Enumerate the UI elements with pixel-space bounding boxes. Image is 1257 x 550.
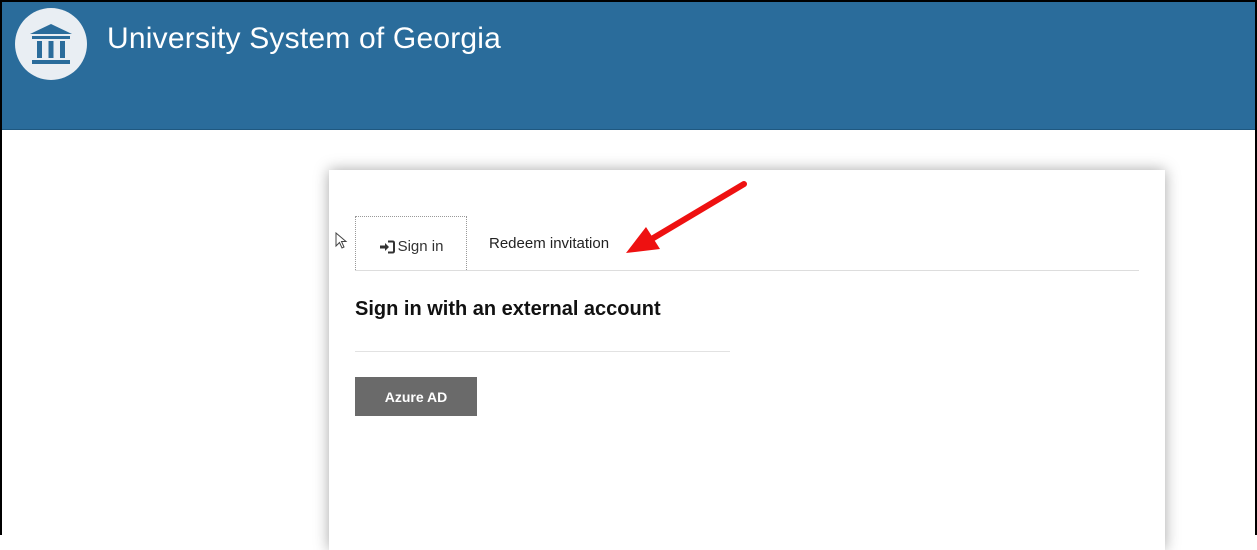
- tab-sign-in-label: Sign in: [397, 238, 444, 255]
- tab-redeem-invitation[interactable]: Redeem invitation: [489, 216, 609, 270]
- sign-in-icon: [379, 240, 395, 254]
- site-header: University System of Georgia: [0, 0, 1257, 130]
- site-title[interactable]: University System of Georgia: [107, 22, 501, 56]
- section-divider: [355, 351, 730, 352]
- building-columns-icon[interactable]: [15, 8, 87, 80]
- tab-sign-in[interactable]: Sign in: [355, 216, 467, 270]
- external-account-heading: Sign in with an external account: [355, 298, 661, 320]
- azure-ad-button[interactable]: Azure AD: [355, 377, 477, 416]
- red-arrow-annotation-icon: [620, 180, 750, 265]
- mouse-pointer-icon: [335, 231, 349, 255]
